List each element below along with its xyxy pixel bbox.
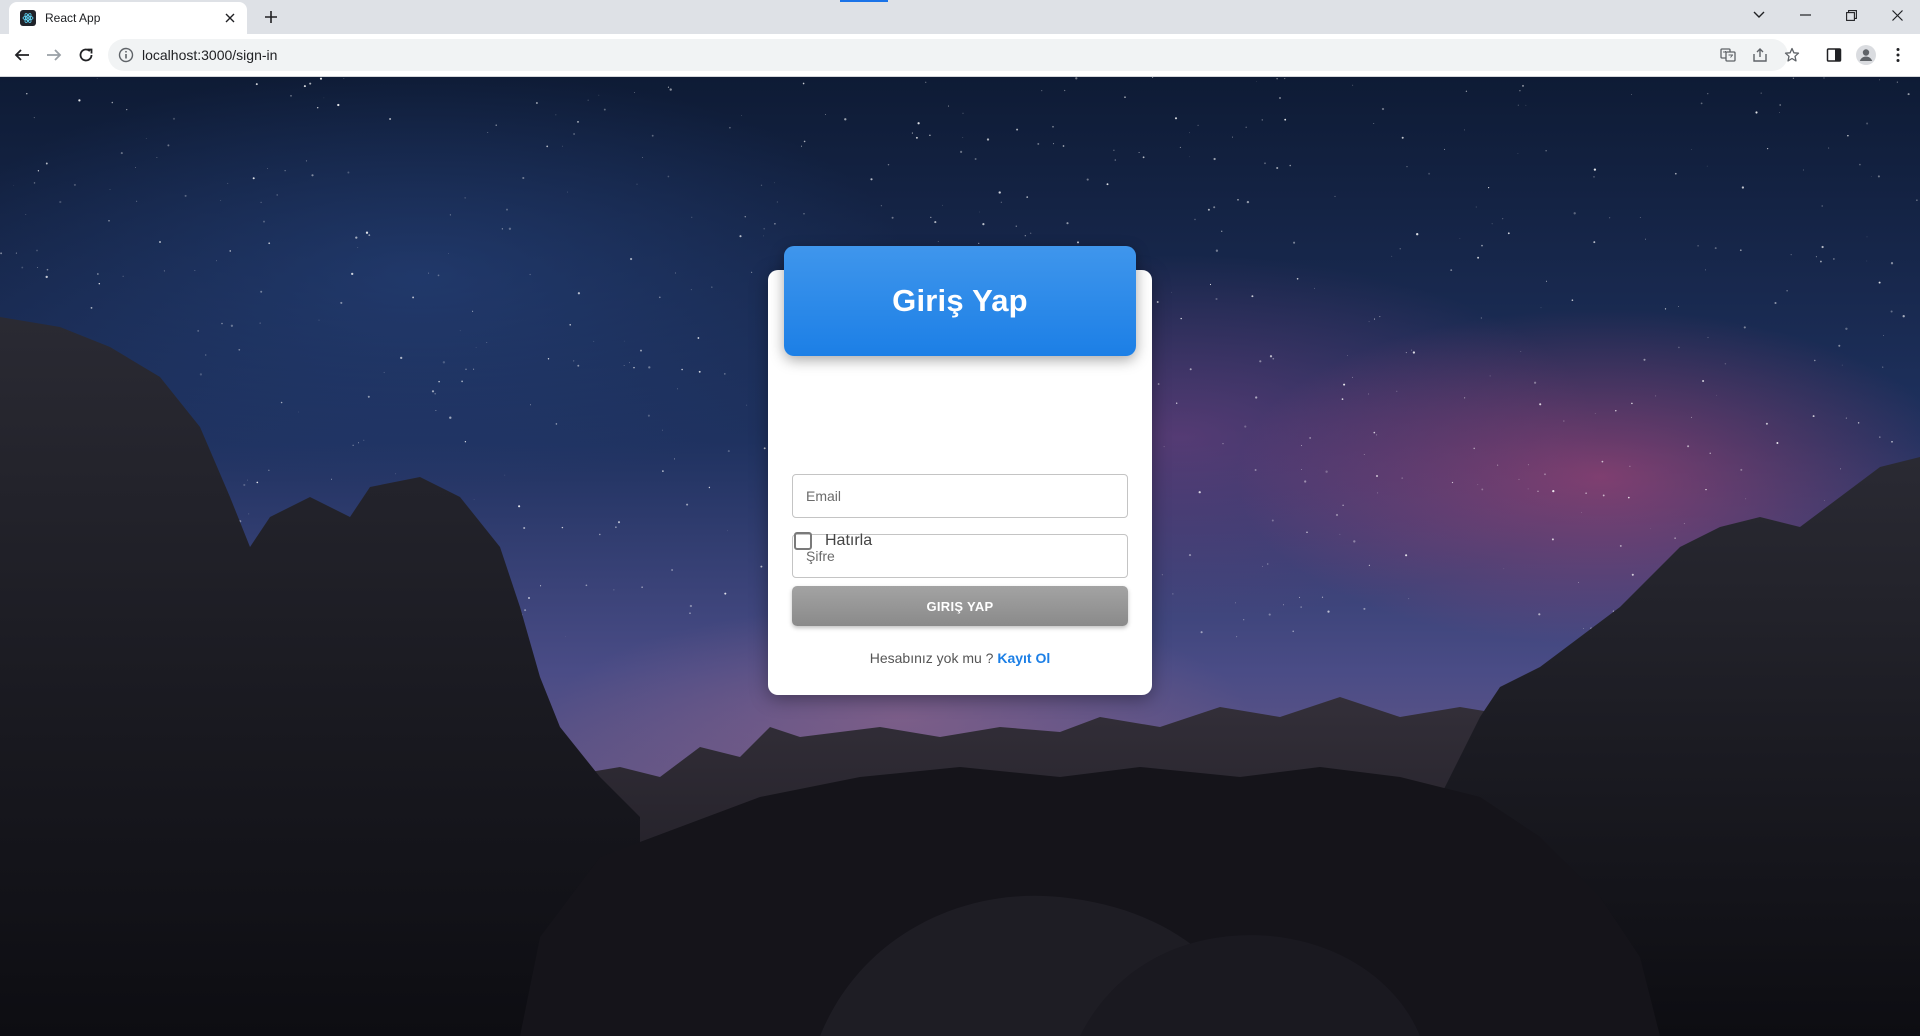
sign-in-button[interactable]: GIRIŞ YAP <box>792 586 1128 626</box>
profile-avatar-icon[interactable] <box>1850 39 1882 71</box>
signup-prompt-text: Hesabınız yok mu ? <box>869 650 994 666</box>
tab-title: React App <box>45 11 101 25</box>
browser-toolbar: localhost:3000/sign-in <box>0 34 1920 77</box>
bookmark-star-icon[interactable] <box>1782 45 1802 65</box>
translate-icon[interactable] <box>1718 45 1738 65</box>
forward-icon[interactable] <box>38 39 70 71</box>
react-icon <box>20 10 36 26</box>
share-icon[interactable] <box>1750 45 1770 65</box>
back-icon[interactable] <box>6 39 38 71</box>
url-text: localhost:3000/sign-in <box>142 47 278 63</box>
side-panel-icon[interactable] <box>1818 39 1850 71</box>
remember-me-checkbox[interactable]: Hatırla <box>794 526 872 556</box>
checkbox-box[interactable] <box>794 532 812 550</box>
restore-button[interactable] <box>1828 0 1874 30</box>
email-field[interactable] <box>792 474 1128 518</box>
page-title: Giriş Yap <box>892 283 1028 318</box>
signup-prompt: Hesabınız yok mu ? Kayıt Ol <box>768 650 1152 666</box>
signup-link[interactable]: Kayıt Ol <box>997 650 1050 666</box>
login-card-header: Giriş Yap <box>784 246 1136 356</box>
minimize-button[interactable] <box>1782 0 1828 30</box>
loading-indicator <box>840 0 888 2</box>
reload-icon[interactable] <box>70 39 102 71</box>
remember-me-label: Hatırla <box>825 532 873 549</box>
address-bar[interactable]: localhost:3000/sign-in <box>108 39 1800 71</box>
close-tab-icon[interactable] <box>222 10 238 26</box>
site-info-icon[interactable] <box>118 47 134 63</box>
new-tab-button[interactable] <box>260 6 282 28</box>
close-window-button[interactable] <box>1874 0 1920 30</box>
more-menu-icon[interactable] <box>1882 39 1914 71</box>
browser-tab[interactable]: React App <box>9 2 247 34</box>
browser-tabstrip: React App <box>0 0 1920 34</box>
tab-search-icon[interactable] <box>1736 0 1782 30</box>
